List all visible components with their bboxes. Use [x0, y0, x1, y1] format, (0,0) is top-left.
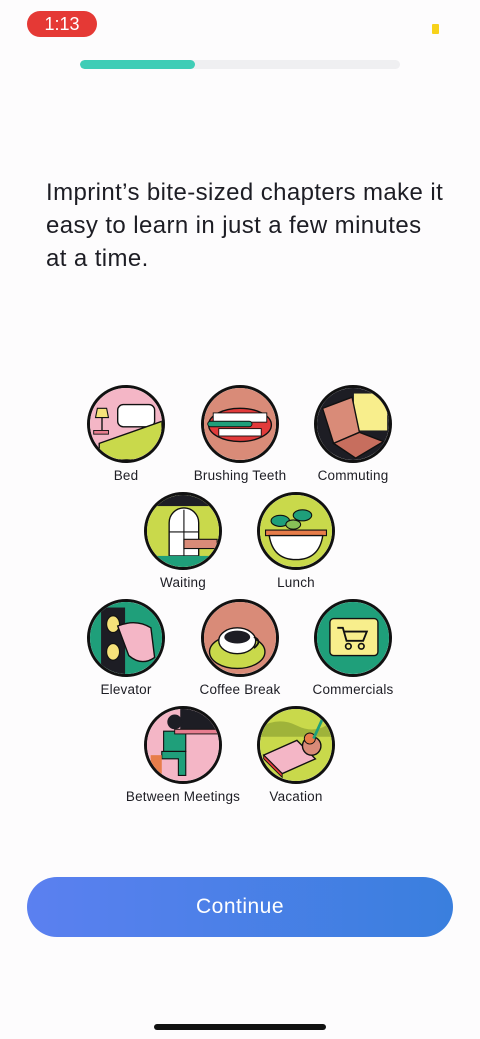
moment-commercials[interactable]: Commercials — [293, 599, 413, 697]
moment-label: Bed — [113, 468, 139, 483]
progress-bar — [80, 60, 400, 69]
seat-icon — [314, 385, 392, 463]
moment-label: Commercials — [312, 682, 394, 697]
moment-label: Waiting — [160, 575, 206, 590]
status-indicator-icon — [432, 24, 439, 34]
moment-waiting[interactable]: Waiting — [123, 492, 243, 590]
salad-bowl-icon — [257, 492, 335, 570]
moment-label: Elevator — [100, 682, 152, 697]
moment-brushing-teeth[interactable]: Brushing Teeth — [180, 385, 300, 483]
home-indicator — [154, 1024, 326, 1030]
desk-person-icon — [144, 706, 222, 784]
coffee-cup-icon — [201, 599, 279, 677]
moment-bed[interactable]: Bed — [66, 385, 186, 483]
moment-vacation[interactable]: Vacation — [236, 706, 356, 804]
moment-label: Lunch — [277, 575, 315, 590]
shopping-cart-icon — [314, 599, 392, 677]
moment-label: Commuting — [317, 468, 389, 483]
beach-drink-icon — [257, 706, 335, 784]
moment-label: Coffee Break — [199, 682, 281, 697]
window-icon — [144, 492, 222, 570]
moment-elevator[interactable]: Elevator — [66, 599, 186, 697]
moment-label: Between Meetings — [125, 789, 241, 804]
bed-icon — [87, 385, 165, 463]
continue-button[interactable]: Continue — [27, 877, 453, 937]
moment-lunch[interactable]: Lunch — [236, 492, 356, 590]
moment-coffee-break[interactable]: Coffee Break — [180, 599, 300, 697]
moment-label: Brushing Teeth — [193, 468, 287, 483]
status-time: 1:13 — [27, 11, 97, 37]
headline: Imprint’s bite-sized chapters make it ea… — [46, 179, 444, 272]
moment-label: Vacation — [269, 789, 323, 804]
moment-commuting[interactable]: Commuting — [293, 385, 413, 483]
moment-between-meetings[interactable]: Between Meetings — [123, 706, 243, 804]
elevator-button-icon — [87, 599, 165, 677]
teeth-icon — [201, 385, 279, 463]
progress-fill — [80, 60, 196, 69]
